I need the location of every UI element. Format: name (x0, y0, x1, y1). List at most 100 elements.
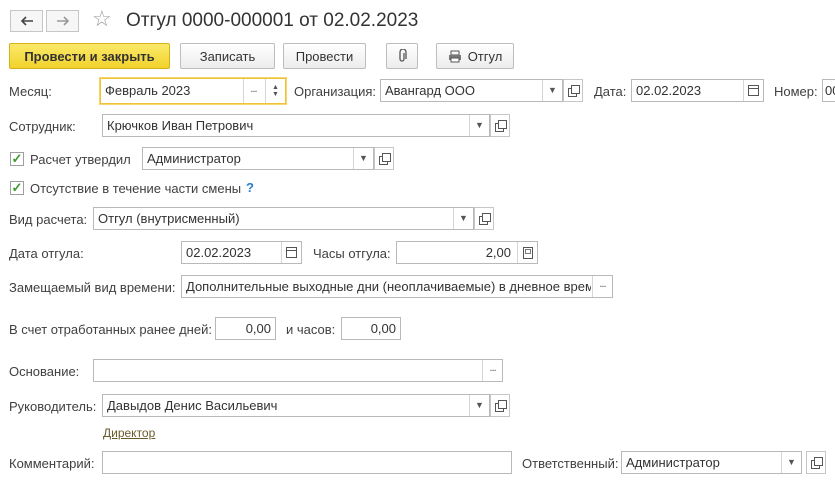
organization-value: Авангард ООО (385, 83, 475, 98)
manager-field[interactable]: Давыдов Денис Васильевич ▼ (102, 394, 490, 417)
manager-position-link[interactable]: Директор (103, 426, 155, 440)
date-value: 02.02.2023 (636, 83, 702, 98)
manager-dropdown-button[interactable]: ▼ (469, 395, 489, 416)
chevron-down-icon: ▼ (359, 153, 368, 163)
print-button[interactable]: Отгул (436, 43, 514, 69)
post-button[interactable]: Провести (283, 43, 366, 69)
calc-type-field[interactable]: Отгул (внутрисменный) ▼ (93, 207, 474, 230)
organization-open-button[interactable] (563, 79, 583, 102)
page-title: Отгул 0000-000001 от 02.02.2023 (126, 10, 419, 31)
help-icon[interactable]: ? (246, 180, 254, 195)
leave-date-value: 02.02.2023 (186, 245, 252, 260)
chevron-down-icon: ▼ (787, 457, 796, 467)
chevron-down-icon: ▼ (475, 400, 484, 410)
forward-button[interactable] (46, 10, 79, 32)
date-calendar-button[interactable] (743, 80, 763, 101)
back-button[interactable] (10, 10, 43, 32)
calendar-icon (286, 247, 297, 258)
responsible-dropdown-button[interactable]: ▼ (781, 452, 801, 473)
print-button-label: Отгул (467, 48, 503, 64)
calc-approved-value: Администратор (147, 151, 241, 166)
calendar-icon (748, 85, 759, 96)
arrow-left-icon (20, 16, 33, 26)
leave-date-field[interactable]: 02.02.2023 (181, 241, 302, 264)
open-form-icon (494, 120, 507, 132)
chevron-down-icon: ▼ (459, 213, 468, 223)
number-field[interactable]: 00 (822, 79, 835, 102)
replaced-time-field[interactable]: Дополнительные выходные дни (неоплачивае… (181, 275, 613, 298)
worked-days-field[interactable]: 0,00 (215, 317, 276, 340)
responsible-field[interactable]: Администратор ▼ (621, 451, 802, 474)
calc-type-value: Отгул (внутрисменный) (98, 211, 240, 226)
calc-approved-label: Расчет утвердил (30, 152, 131, 167)
checkmark-icon: ✓ (11, 151, 23, 166)
date-label: Дата: (594, 84, 627, 99)
responsible-value: Администратор (626, 455, 720, 470)
checkmark-icon: ✓ (11, 180, 23, 195)
leave-hours-calculator-button[interactable] (517, 242, 537, 263)
calc-approved-field[interactable]: Администратор ▼ (142, 147, 374, 170)
favorite-star-icon[interactable]: ☆ (92, 7, 112, 31)
save-button[interactable]: Записать (180, 43, 275, 69)
employee-label: Сотрудник: (9, 119, 76, 134)
manager-value: Давыдов Денис Васильевич (107, 398, 278, 413)
calc-type-open-button[interactable] (474, 207, 494, 230)
leave-date-label: Дата отгула: (9, 246, 84, 261)
worked-days-value: 0,00 (245, 321, 271, 336)
arrow-right-icon (56, 16, 69, 26)
replaced-time-label: Замещаемый вид времени: (9, 280, 176, 295)
calculator-icon (522, 246, 533, 259)
partial-shift-checkbox[interactable]: ✓ (10, 181, 24, 195)
printer-icon (448, 50, 461, 62)
calc-approved-checkbox[interactable]: ✓ (10, 152, 24, 166)
spin-down-icon: ▼ (272, 91, 279, 98)
worked-hours-value: 0,00 (370, 321, 396, 336)
and-hours-label: и часов: (286, 322, 336, 337)
month-label: Месяц: (9, 84, 52, 99)
organization-field[interactable]: Авангард ООО ▼ (380, 79, 563, 102)
calc-type-dropdown-button[interactable]: ▼ (453, 208, 473, 229)
partial-shift-label: Отсутствие в течение части смены (30, 181, 242, 196)
basis-field[interactable]: ... (93, 359, 503, 382)
chevron-down-icon: ▼ (475, 120, 484, 130)
employee-value: Крючков Иван Петрович (107, 118, 254, 133)
date-field[interactable]: 02.02.2023 (631, 79, 764, 102)
manager-open-button[interactable] (490, 394, 510, 417)
employee-open-button[interactable] (490, 114, 510, 137)
paperclip-icon (399, 49, 407, 62)
month-select-button[interactable]: ... (243, 79, 263, 103)
employee-dropdown-button[interactable]: ▼ (469, 115, 489, 136)
responsible-open-button[interactable] (806, 451, 826, 474)
calc-type-label: Вид расчета: (9, 212, 88, 227)
month-spin-button[interactable]: ▲ ▼ (265, 79, 285, 103)
calc-approved-open-button[interactable] (374, 147, 394, 170)
month-field[interactable]: Февраль 2023 ... ▲ ▼ (100, 78, 286, 104)
spin-up-icon: ▲ (272, 84, 279, 91)
leave-hours-field[interactable]: 2,00 (396, 241, 538, 264)
number-value: 00 (825, 83, 835, 98)
worked-days-label: В счет отработанных ранее дней: (9, 322, 212, 337)
month-value: Февраль 2023 (105, 83, 191, 98)
number-label: Номер: (774, 84, 818, 99)
open-form-icon (494, 400, 507, 412)
organization-dropdown-button[interactable]: ▼ (542, 80, 562, 101)
basis-label: Основание: (9, 364, 80, 379)
attach-button[interactable] (386, 43, 418, 69)
comment-label: Комментарий: (9, 456, 95, 471)
chevron-down-icon: ▼ (548, 85, 557, 95)
calc-approved-dropdown-button[interactable]: ▼ (353, 148, 373, 169)
responsible-label: Ответственный: (522, 456, 619, 471)
comment-field[interactable] (102, 451, 512, 474)
leave-hours-label: Часы отгула: (313, 246, 391, 261)
open-form-icon (378, 153, 391, 165)
post-and-close-button[interactable]: Провести и закрыть (9, 43, 170, 69)
manager-label: Руководитель: (9, 399, 97, 414)
replaced-time-select-button[interactable]: ... (592, 276, 612, 297)
employee-field[interactable]: Крючков Иван Петрович ▼ (102, 114, 490, 137)
replaced-time-value: Дополнительные выходные дни (неоплачивае… (186, 279, 591, 294)
organization-label: Организация: (294, 84, 377, 99)
worked-hours-field[interactable]: 0,00 (341, 317, 401, 340)
basis-select-button[interactable]: ... (482, 360, 502, 381)
leave-date-calendar-button[interactable] (281, 242, 301, 263)
leave-hours-value: 2,00 (485, 245, 511, 260)
